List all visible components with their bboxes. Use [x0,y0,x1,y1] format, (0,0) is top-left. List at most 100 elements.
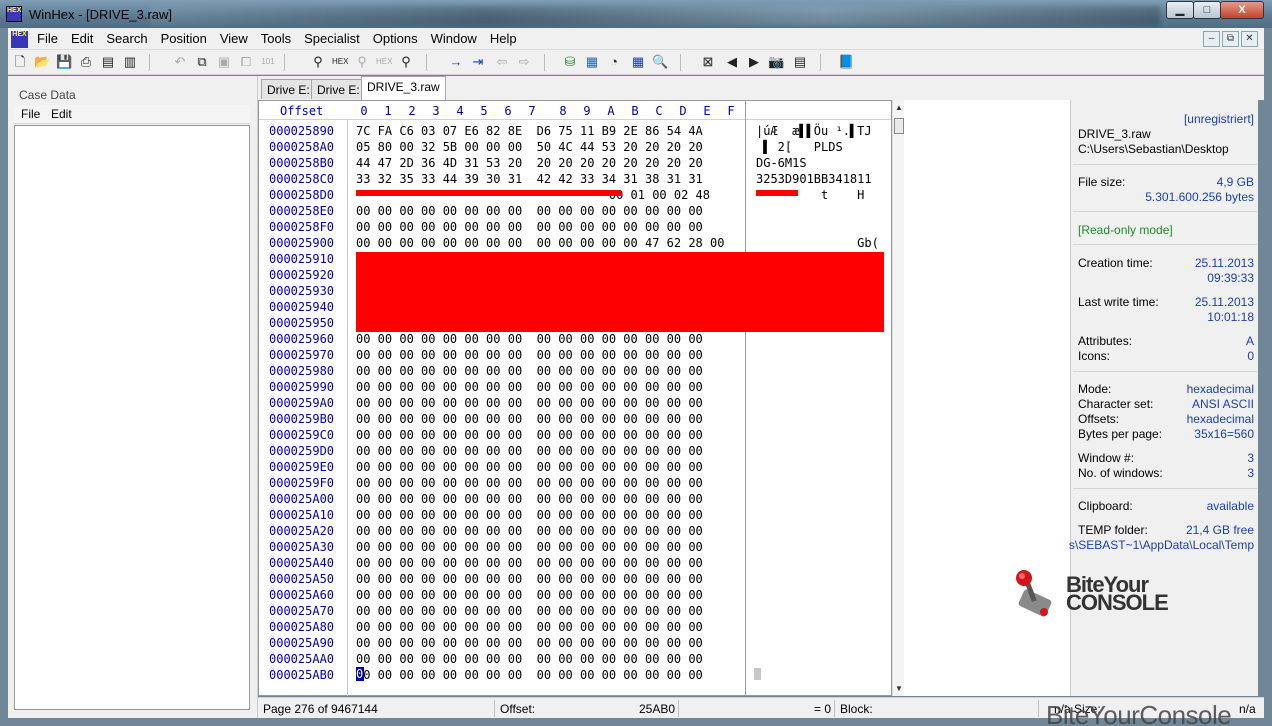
row-hex-bytes[interactable]: 7C FA C6 03 07 E6 82 8E D6 75 11 B9 2E 8… [356,124,703,138]
row-hex-bytes[interactable]: 00 00 00 00 00 00 00 00 00 00 00 00 00 0… [356,492,703,506]
find-text-icon[interactable]: ⚲ [310,54,326,70]
goto-offset-icon[interactable]: → [448,54,464,70]
hex-row[interactable]: 000025A50 00 00 00 00 00 00 00 00 00 00 0… [259,570,891,586]
forward-icon[interactable]: ⇨ [516,54,532,70]
clipboard-value[interactable]: available [1207,499,1254,513]
ram-editor-icon[interactable]: ▦ [584,54,600,70]
snapshot-icon[interactable]: 📷 [768,54,784,70]
menu-position[interactable]: Position [161,31,207,46]
hex-row[interactable]: 0000259D0 00 00 00 00 00 00 00 00 00 00 0… [259,442,891,458]
calculator-icon[interactable]: ▦ [630,54,646,70]
hex-row[interactable]: 000025A20 00 00 00 00 00 00 00 00 00 00 0… [259,522,891,538]
bytes-per-page-value[interactable]: 35x16=560 [1194,427,1254,441]
paste-write-icon[interactable]: ⧠ [238,54,254,70]
hex-row[interactable]: 000025970 00 00 00 00 00 00 00 00 00 00 0… [259,346,891,362]
row-hex-bytes[interactable]: 00 00 00 00 00 00 00 00 00 00 00 00 00 0… [356,396,703,410]
menu-view[interactable]: View [220,31,248,46]
save-icon[interactable]: 💾 [56,54,72,70]
menu-edit[interactable]: Edit [71,31,93,46]
tab-drive-e-1[interactable]: Drive E: [261,79,316,99]
hex-row[interactable]: 000025A00 00 00 00 00 00 00 00 00 00 00 0… [259,490,891,506]
offset-value[interactable]: 25AB0 [639,702,675,716]
row-hex-bytes[interactable]: 00 00 00 00 00 00 00 00 00 00 00 00 00 0… [356,620,703,634]
hex-row[interactable]: 000025A30 00 00 00 00 00 00 00 00 00 00 0… [259,538,891,554]
first-icon[interactable]: ⊠ [700,54,716,70]
new-file-icon[interactable]: 🗋 [12,54,28,70]
table-icon[interactable]: ▤ [792,54,808,70]
menu-specialist[interactable]: Specialist [304,31,360,46]
disk-editor-icon[interactable]: ⛁ [562,54,578,70]
hex-row[interactable]: 000025A70 00 00 00 00 00 00 00 00 00 00 0… [259,602,891,618]
menu-options[interactable]: Options [373,31,418,46]
help-book-icon[interactable]: 📘 [838,54,854,70]
hex-scrollbar[interactable]: ▲ ▼ [892,100,904,696]
open-icon[interactable]: 📂 [34,54,50,70]
hex-row[interactable]: 000025890 7C FA C6 03 07 E6 82 8E D6 75 1… [259,122,891,138]
mdi-restore-button[interactable]: ⧉ [1222,31,1239,47]
hex-row[interactable]: 0000258C0 33 32 35 33 44 39 30 31 42 42 3… [259,170,891,186]
hex-row[interactable]: 000025960 00 00 00 00 00 00 00 00 00 00 0… [259,330,891,346]
hex-row[interactable]: 000025A60 00 00 00 00 00 00 00 00 00 00 0… [259,586,891,602]
row-hex-bytes[interactable]: 0 00 00 00 00 00 00 00 00 00 00 00 00 00… [356,668,703,682]
row-hex-bytes[interactable]: 44 47 2D 36 4D 31 53 20 20 20 20 20 20 2… [356,156,703,170]
row-hex-bytes[interactable]: 00 00 00 00 00 00 00 00 00 00 00 00 00 4… [356,236,724,250]
hex-row[interactable]: 0000259B0 00 00 00 00 00 00 00 00 00 00 0… [259,410,891,426]
case-menu-edit[interactable]: Edit [51,107,72,121]
hex-row[interactable]: 0000258A0 05 80 00 32 5B 00 00 00 50 4C 4… [259,138,891,154]
copy-icon[interactable]: ⧉ [194,54,210,70]
row-ascii[interactable]: 3253D901BB341811 [756,172,872,186]
row-hex-bytes[interactable]: 00 00 00 00 00 00 00 00 00 00 00 00 00 0… [356,380,703,394]
tab-drive-e-2[interactable]: Drive E: [311,79,366,99]
hex-row[interactable]: 000025A80 00 00 00 00 00 00 00 00 00 00 0… [259,618,891,634]
row-ascii[interactable]: ▌ 2[ PLDS [756,140,842,154]
case-menu-file[interactable]: File [21,107,40,121]
row-hex-bytes[interactable]: 00 00 00 00 00 00 00 00 00 00 00 00 00 0… [356,444,703,458]
menu-window[interactable]: Window [431,31,477,46]
hex-mode-icon[interactable]: 101 [260,54,276,70]
close-button[interactable]: X [1220,1,1264,19]
menu-search[interactable]: Search [106,31,147,46]
row-hex-bytes[interactable]: 00 00 00 00 00 00 00 00 00 00 00 00 00 0… [356,204,703,218]
back-icon[interactable]: ⇦ [494,54,510,70]
next-icon[interactable]: ▶ [746,54,762,70]
replace-hex-icon[interactable]: HEX [376,54,392,70]
mdi-minimize-button[interactable]: – [1203,31,1220,47]
search-icon[interactable]: 🔍 [652,54,668,70]
menu-help[interactable]: Help [490,31,517,46]
winhex-app-icon[interactable]: HEX [6,6,22,22]
hex-row[interactable]: 0000258F0 00 00 00 00 00 00 00 00 00 00 0… [259,218,891,234]
find-hex-icon[interactable]: HEX [332,54,348,70]
row-hex-bytes[interactable]: 00 00 00 00 00 00 00 00 00 00 00 00 00 0… [356,412,703,426]
hex-row[interactable]: 0000259E0 00 00 00 00 00 00 00 00 00 00 0… [259,458,891,474]
minimize-button[interactable]: ▁ [1166,1,1194,19]
row-hex-bytes[interactable]: 00 00 00 00 00 00 00 00 00 00 00 00 00 0… [356,572,703,586]
paste-icon[interactable]: ▣ [216,54,232,70]
maximize-button[interactable]: □ [1193,1,1221,19]
hex-row[interactable]: 000025980 00 00 00 00 00 00 00 00 00 00 0… [259,362,891,378]
row-hex-bytes[interactable]: 00 00 00 00 00 00 00 00 00 00 00 00 00 0… [356,348,703,362]
hex-row[interactable]: 000025AA0 00 00 00 00 00 00 00 00 00 00 0… [259,650,891,666]
hex-row[interactable]: 000025AB0 0 00 00 00 00 00 00 00 00 00 0… [259,666,891,682]
hex-row[interactable]: 000025A10 00 00 00 00 00 00 00 00 00 00 0… [259,506,891,522]
row-ascii[interactable]: Gb( [756,236,879,250]
row-hex-bytes[interactable]: 00 00 00 00 00 00 00 00 00 00 00 00 00 0… [356,476,703,490]
hex-row[interactable]: 0000259F0 00 00 00 00 00 00 00 00 00 00 0… [259,474,891,490]
mode-value[interactable]: hexadecimal [1187,382,1254,396]
hex-row[interactable]: 0000259A0 00 00 00 00 00 00 00 00 00 00 0… [259,394,891,410]
hex-editor[interactable]: Offset 0 1 2 3 4 5 6 7 8 9 A B C D E F 000025890 7C FA C… [258,100,892,696]
temp-path[interactable]: s\SEBAST~1\AppData\Local\Temp [1069,538,1254,552]
row-hex-bytes[interactable]: 00 00 00 00 00 00 00 00 00 00 00 00 00 0… [356,428,703,442]
block-label[interactable]: Block: [840,702,873,716]
hex-row[interactable]: 000025A90 00 00 00 00 00 00 00 00 00 00 0… [259,634,891,650]
row-ascii[interactable]: |úÆ æ▌▌Öu ¹.▌TJ [756,124,872,138]
row-ascii[interactable]: DG-6M1S [756,156,807,170]
tab-drive3-raw[interactable]: DRIVE_3.raw [361,76,446,100]
properties-icon[interactable]: ▤ [100,54,116,70]
row-hex-bytes[interactable]: 00 00 00 00 00 00 00 00 00 00 00 00 00 0… [356,652,703,666]
offset-header[interactable]: Offset [280,104,323,118]
print-icon[interactable]: ⎙ [78,54,94,70]
disk-icon[interactable]: ◔ [606,54,622,70]
hex-row[interactable]: 0000258E0 00 00 00 00 00 00 00 00 00 00 0… [259,202,891,218]
row-hex-bytes[interactable]: 00 00 00 00 00 00 00 00 00 00 00 00 00 0… [356,540,703,554]
offsets-value[interactable]: hexadecimal [1187,412,1254,426]
